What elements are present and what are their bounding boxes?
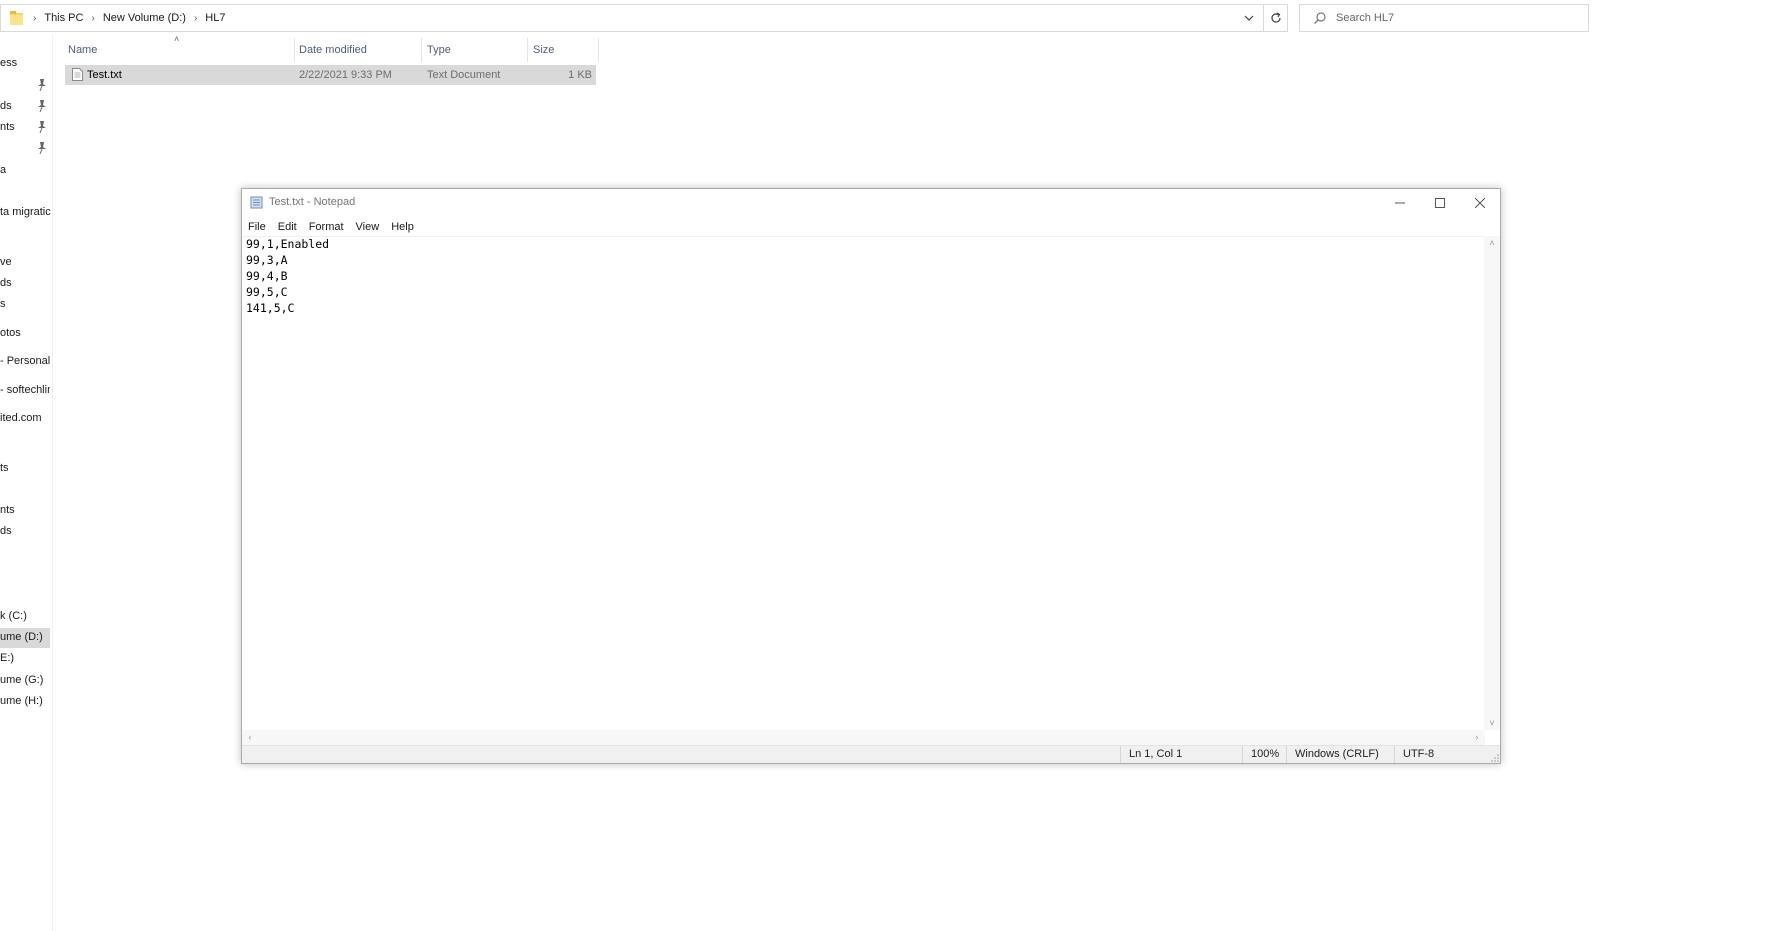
file-row[interactable]: Test.txt 2/22/2021 9:33 PM Text Document…	[65, 65, 596, 85]
nav-item-drive-d[interactable]: ume (D:)	[0, 628, 50, 648]
menu-help[interactable]: Help	[385, 221, 420, 233]
column-header-date-modified[interactable]: Date modified	[299, 38, 419, 62]
nav-item-drive-h[interactable]: ume (H:)	[0, 692, 50, 712]
status-encoding: UTF-8	[1394, 746, 1493, 763]
folder-icon	[10, 11, 23, 25]
menu-view[interactable]: View	[350, 221, 386, 233]
text-file-icon	[72, 68, 83, 81]
scroll-up-icon[interactable]: ˄	[1485, 238, 1499, 248]
close-icon	[1475, 198, 1485, 208]
address-bar[interactable]: › This PC › New Volume (D:) › HL7	[0, 4, 1288, 32]
maximize-button[interactable]	[1420, 189, 1460, 217]
window-title: Test.txt - Notepad	[269, 196, 356, 208]
menu-format[interactable]: Format	[303, 221, 350, 233]
pin-icon[interactable]	[37, 141, 47, 155]
scroll-left-icon[interactable]: ‹	[243, 732, 257, 742]
nav-item-quick-access[interactable]: ess	[0, 54, 50, 74]
notepad-title-bar[interactable]: Test.txt - Notepad	[242, 189, 1500, 217]
nav-item-downloads[interactable]: ds	[0, 97, 50, 117]
status-cursor-position: Ln 1, Col 1	[1120, 746, 1241, 763]
pin-icon[interactable]	[37, 99, 47, 113]
nav-item-documents[interactable]: nts	[0, 118, 50, 138]
search-icon	[1314, 12, 1326, 24]
minimize-button[interactable]	[1380, 189, 1420, 217]
notepad-icon	[250, 196, 263, 209]
chevron-down-icon	[1244, 15, 1254, 21]
scroll-right-icon[interactable]: ›	[1470, 732, 1484, 742]
nav-item-onedrive-softechlin[interactable]: - softechlin	[0, 381, 50, 401]
column-divider[interactable]	[598, 38, 599, 62]
column-header-size[interactable]: Size	[533, 38, 595, 62]
nav-item-downloads-2[interactable]: ds	[0, 522, 50, 542]
vertical-scrollbar[interactable]: ˄ ˅	[1484, 236, 1500, 730]
close-button[interactable]	[1460, 189, 1500, 217]
search-placeholder: Search HL7	[1336, 12, 1395, 24]
nav-item-drive-c[interactable]: k (C:)	[0, 607, 50, 627]
nav-item-documents-2[interactable]: nts	[0, 501, 50, 521]
column-header-type[interactable]: Type	[427, 38, 525, 62]
nav-item-s[interactable]: s	[0, 295, 50, 315]
address-history-dropdown[interactable]	[1237, 5, 1261, 31]
resize-grip-icon[interactable]	[1491, 754, 1499, 762]
nav-item-drive-e[interactable]: E:)	[0, 649, 50, 669]
status-bar: Ln 1, Col 1 100% Windows (CRLF) UTF-8	[242, 745, 1500, 763]
file-name: Test.txt	[87, 69, 122, 81]
menu-file[interactable]: File	[242, 221, 272, 233]
nav-item-a[interactable]: a	[0, 161, 50, 181]
nav-item-pinned-1[interactable]	[0, 76, 50, 96]
pin-icon[interactable]	[37, 120, 47, 134]
horizontal-scrollbar[interactable]: ‹ ›	[242, 730, 1485, 746]
column-divider[interactable]	[421, 38, 422, 62]
breadcrumb-this-pc[interactable]: This PC	[44, 12, 83, 24]
maximize-icon	[1435, 198, 1445, 208]
navigation-pane[interactable]: ess ds nts a ta migratic ve ds s otos - …	[0, 34, 53, 931]
breadcrumb: › This PC › New Volume (D:) › HL7	[29, 5, 225, 31]
pin-icon[interactable]	[37, 78, 47, 92]
nav-item-pinned-4[interactable]	[0, 139, 50, 159]
menu-bar: File Edit Format View Help	[242, 217, 1500, 237]
nav-item-photos[interactable]: otos	[0, 324, 50, 344]
nav-item-data-migration[interactable]: ta migratic	[0, 203, 52, 223]
nav-item-objects[interactable]: ts	[0, 459, 50, 479]
file-size: 1 KB	[568, 69, 592, 81]
nav-item-drive-g[interactable]: ume (G:)	[0, 671, 50, 691]
chevron-right-icon[interactable]: ›	[91, 13, 94, 24]
text-editor[interactable]: 99,1,Enabled 99,3,A 99,4,B 99,5,C 141,5,…	[242, 236, 1485, 730]
refresh-button[interactable]	[1263, 5, 1288, 31]
nav-item-onedrive-personal[interactable]: - Personal	[0, 352, 50, 372]
nav-item-onedrive[interactable]: ve	[0, 253, 50, 273]
file-date-modified: 2/22/2021 9:33 PM	[299, 69, 392, 81]
column-divider[interactable]	[294, 38, 295, 62]
minimize-icon	[1395, 202, 1405, 204]
chevron-right-icon[interactable]: ›	[194, 13, 197, 24]
breadcrumb-hl7[interactable]: HL7	[205, 12, 225, 24]
refresh-icon	[1271, 12, 1281, 23]
nav-item-onedrive-downloads[interactable]: ds	[0, 274, 50, 294]
file-type: Text Document	[427, 69, 501, 81]
search-box[interactable]: Search HL7	[1299, 4, 1589, 32]
status-line-ending: Windows (CRLF)	[1286, 746, 1395, 763]
notepad-window[interactable]: Test.txt - Notepad File Edit Format View…	[241, 188, 1501, 764]
chevron-right-icon: ›	[33, 12, 37, 24]
nav-item-ited-com[interactable]: ited.com	[0, 409, 50, 429]
status-zoom: 100%	[1242, 746, 1287, 763]
breadcrumb-new-volume[interactable]: New Volume (D:)	[103, 12, 186, 24]
menu-edit[interactable]: Edit	[272, 221, 303, 233]
column-header-name[interactable]: Name	[68, 38, 293, 62]
column-divider[interactable]	[527, 38, 528, 62]
scroll-down-icon[interactable]: ˅	[1485, 718, 1499, 728]
